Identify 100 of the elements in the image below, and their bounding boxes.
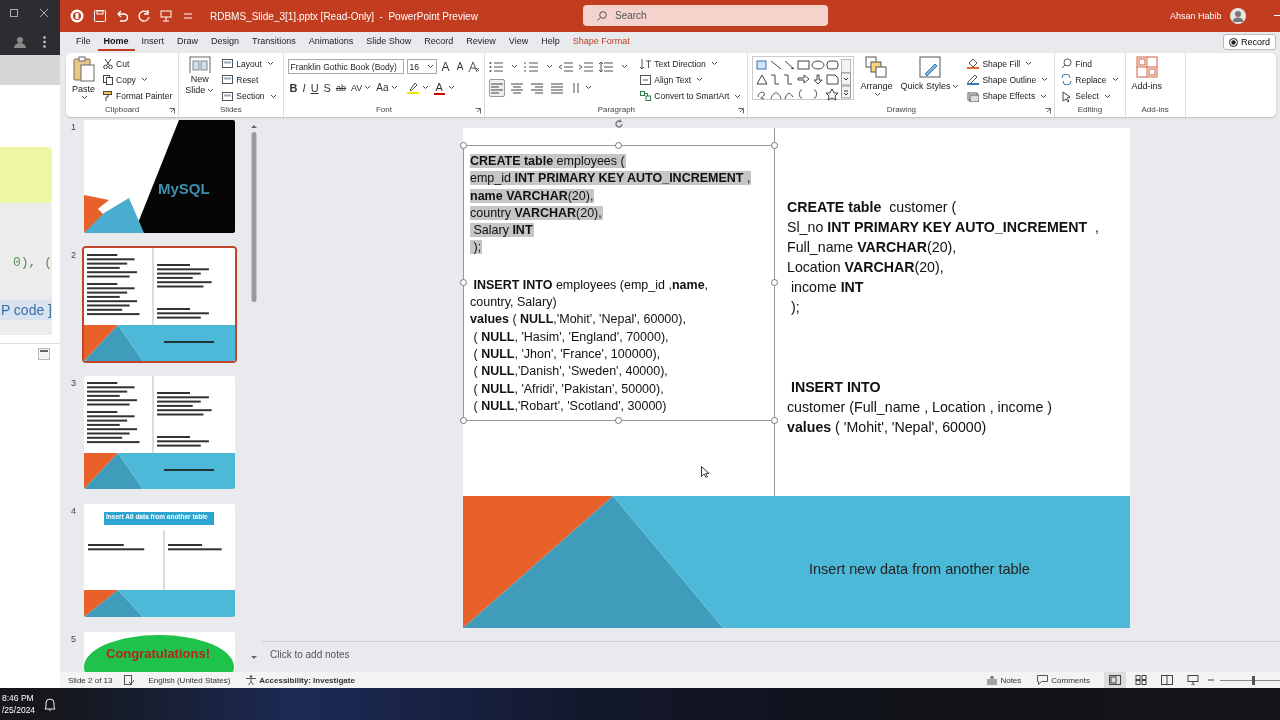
ribbon-command[interactable]: Shape Outline [965,72,1051,88]
notes-field[interactable]: Click to add notes [262,641,1280,666]
format-button[interactable]: B [287,79,300,96]
record-button[interactable]: Record [1223,34,1276,50]
layout-icon [222,59,234,69]
reset-icon [222,75,234,85]
clock-date: /25/2024 [2,704,37,716]
code-line: values ( NULL,'Mohit', 'Nepal', 60000), [470,312,687,327]
menu-tab[interactable]: Help [535,34,566,51]
resize-handle[interactable] [615,142,622,149]
code-link[interactable]: P code ] [0,300,52,320]
ribbon-command[interactable]: Replace [1059,72,1121,88]
grow-font-button[interactable]: A [439,58,452,75]
ribbon-command[interactable]: Convert to SmartArt [638,88,744,104]
slide-heading: Congratulations! [106,646,210,661]
ribbon-command[interactable]: Shape Effects [965,88,1051,104]
new-slide-button[interactable]: New Slide [183,56,217,104]
ribbon-command[interactable]: Format Painter [101,88,175,104]
clipboard-icon [72,56,95,82]
pointer-icon [1061,90,1073,102]
accessibility-icon [246,675,257,685]
language-button[interactable]: English (United States) [146,675,233,685]
menu-tab[interactable]: Insert [135,34,171,51]
caret-icon [873,92,881,97]
paste-button[interactable]: Paste [70,56,97,104]
format-button[interactable]: ab [333,79,348,96]
menu-tab[interactable]: Record [418,34,460,51]
user-name[interactable]: Ahsan Habib [1170,11,1222,21]
redo-icon [138,10,150,22]
menu-tab[interactable]: Design [205,34,246,51]
ribbon-command[interactable]: Cut [101,56,175,72]
increase-indent-icon [579,60,594,73]
menu-tab[interactable]: Animations [302,34,360,51]
caret-icon [1025,61,1033,67]
menu-tab[interactable]: Review [460,34,502,51]
slider-thumb[interactable] [1252,675,1255,685]
ribbon-command[interactable]: Align Text [638,72,744,88]
menu-tab[interactable]: Home [97,34,135,51]
accessibility-button[interactable]: Accessibility: Investigate [244,675,357,685]
comments-button[interactable]: Comments [1035,675,1092,685]
menu-tab[interactable]: View [502,34,535,51]
code-line: income INT [789,278,865,297]
close-icon [40,9,48,17]
ribbon-command[interactable]: Find [1059,56,1121,72]
arrange-button[interactable]: Arrange [858,56,895,104]
menu-tab[interactable]: Slide Show [360,34,418,51]
paintbrush-icon [103,91,113,102]
notes-button[interactable]: Notes [985,675,1024,685]
caret-icon [710,61,718,67]
menu-tab[interactable]: File [70,34,97,51]
align-button[interactable] [489,78,506,97]
font-color-button[interactable]: A [433,80,445,95]
resize-handle[interactable] [771,279,778,286]
group-label: Drawing [885,104,918,116]
normal-view-icon [1109,675,1121,685]
ribbon-command[interactable]: Section [220,88,279,104]
font-size-field[interactable]: 16 [406,59,437,74]
footer-text: Insert new data from another table [809,561,1030,577]
resize-handle[interactable] [460,279,467,286]
maximize-icon [10,9,18,17]
menu-tab[interactable]: Shape Format [566,34,636,51]
align-justify-icon [551,81,564,94]
note-card [0,147,52,203]
scissors-icon [103,58,113,69]
resize-handle[interactable] [615,417,622,424]
font-name-field[interactable]: Franklin Gothic Book (Body) [287,59,404,74]
resize-handle[interactable] [771,417,778,424]
ribbon-command[interactable]: Layout [220,56,279,72]
menu-tab[interactable]: Transitions [246,34,302,51]
format-button[interactable]: AV [348,79,374,96]
slide-layout-icon [188,56,211,73]
format-button[interactable]: S [321,79,333,96]
format-button[interactable]: Aa [374,79,400,96]
ribbon-command[interactable]: Select [1059,88,1121,104]
ribbon-command[interactable]: Reset [220,72,279,88]
group-label: Font [374,104,393,116]
ribbon-command[interactable]: Copy [101,72,175,88]
format-button[interactable]: U [308,79,321,96]
code-line: ( NULL,'Danish', 'Sweden', 40000), [472,364,669,379]
slide-number: 3 [70,377,77,390]
shapes-gallery[interactable] [752,56,855,100]
numbering-icon [524,60,539,73]
menu-tab[interactable]: Draw [171,34,205,51]
code-line: ( NULL, 'Jhon', 'France', 100000), [472,346,662,361]
resize-handle[interactable] [460,142,467,149]
resize-handle[interactable] [771,142,778,149]
format-button[interactable]: I [300,79,308,96]
quick-styles-button[interactable]: Quick Styles [898,56,962,104]
caret-icon [696,77,703,83]
comment-icon [1037,675,1049,685]
slide-thumbnail[interactable]: MySQL [82,120,237,235]
search-field[interactable]: Search [583,5,828,26]
shrink-font-button[interactable]: A [454,58,466,75]
view-button[interactable] [1104,672,1126,688]
resize-handle[interactable] [460,417,467,424]
ribbon-command[interactable]: Text Direction [638,56,744,72]
text-box[interactable] [463,145,775,421]
add-ins-button[interactable]: Add-ins [1129,56,1165,104]
ribbon-command[interactable]: Shape Fill [965,56,1051,72]
presentation-icon [160,10,172,22]
